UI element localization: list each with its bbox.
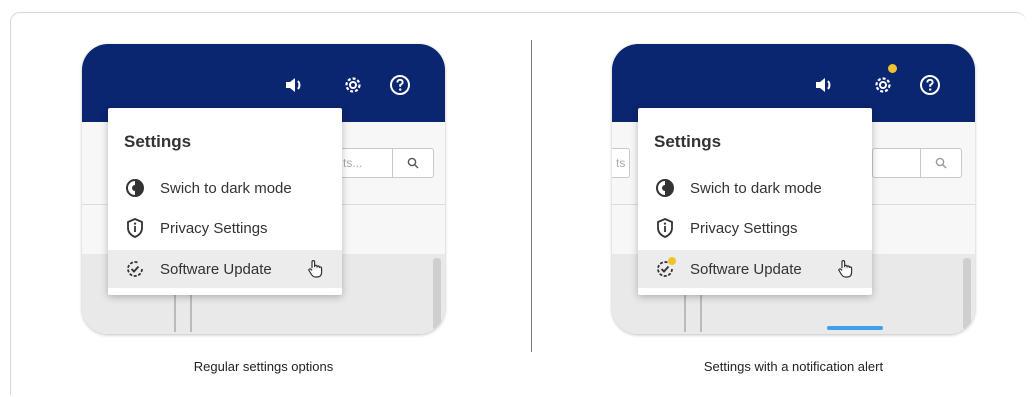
hand-cursor-icon (838, 259, 853, 278)
gear-icon[interactable] (870, 72, 896, 98)
menu-item-software-update[interactable]: Software Update (638, 250, 872, 288)
gear-icon[interactable] (340, 72, 366, 98)
settings-example-regular: ts... Settings Swich to dark mode Privac… (82, 44, 445, 334)
search-placeholder: ts (616, 156, 626, 170)
menu-title: Settings (654, 132, 722, 151)
speaker-icon[interactable] (812, 72, 838, 98)
help-icon[interactable] (387, 72, 413, 98)
vertical-divider (531, 40, 532, 352)
progress-indicator (827, 326, 883, 330)
hand-cursor-icon (308, 259, 323, 278)
search-input[interactable]: ts... (332, 148, 434, 178)
search-button[interactable] (392, 149, 433, 177)
menu-title: Settings (124, 132, 192, 151)
help-icon[interactable] (917, 72, 943, 98)
table-column (174, 292, 192, 332)
menu-item-label: Software Update (690, 260, 802, 278)
caption-notification: Settings with a notification alert (703, 359, 884, 374)
settings-menu: Settings Swich to dark mode Privacy Sett… (108, 108, 342, 295)
search-button[interactable] (920, 149, 961, 177)
search-input[interactable]: ts (612, 148, 630, 178)
settings-example-notification: ts Settings Swich to dark mode Privacy S… (612, 44, 975, 334)
search-field-right[interactable] (872, 148, 962, 178)
scrollbar[interactable] (963, 258, 971, 330)
search-icon (407, 157, 419, 169)
update-notification-dot (668, 257, 676, 265)
caption-regular: Regular settings options (193, 359, 334, 374)
shield-info-icon (124, 217, 146, 239)
table-column (684, 292, 702, 332)
contrast-icon (124, 177, 146, 199)
notification-dot (888, 64, 897, 73)
menu-item-privacy[interactable]: Privacy Settings (108, 209, 342, 247)
contrast-icon (654, 177, 676, 199)
menu-item-label: Software Update (160, 260, 272, 278)
search-icon (935, 157, 947, 169)
update-check-icon (124, 258, 146, 280)
menu-item-dark-mode[interactable]: Swich to dark mode (108, 169, 342, 207)
scrollbar[interactable] (433, 258, 441, 330)
menu-item-dark-mode[interactable]: Swich to dark mode (638, 169, 872, 207)
menu-item-label: Privacy Settings (160, 219, 268, 237)
menu-item-label: Privacy Settings (690, 219, 798, 237)
settings-menu: Settings Swich to dark mode Privacy Sett… (638, 108, 872, 295)
menu-item-label: Swich to dark mode (160, 179, 292, 197)
menu-item-software-update[interactable]: Software Update (108, 250, 342, 288)
search-placeholder: ts... (343, 156, 363, 170)
update-check-icon (654, 257, 676, 280)
menu-item-label: Swich to dark mode (690, 179, 822, 197)
speaker-icon[interactable] (282, 72, 308, 98)
menu-item-privacy[interactable]: Privacy Settings (638, 209, 872, 247)
shield-info-icon (654, 217, 676, 239)
